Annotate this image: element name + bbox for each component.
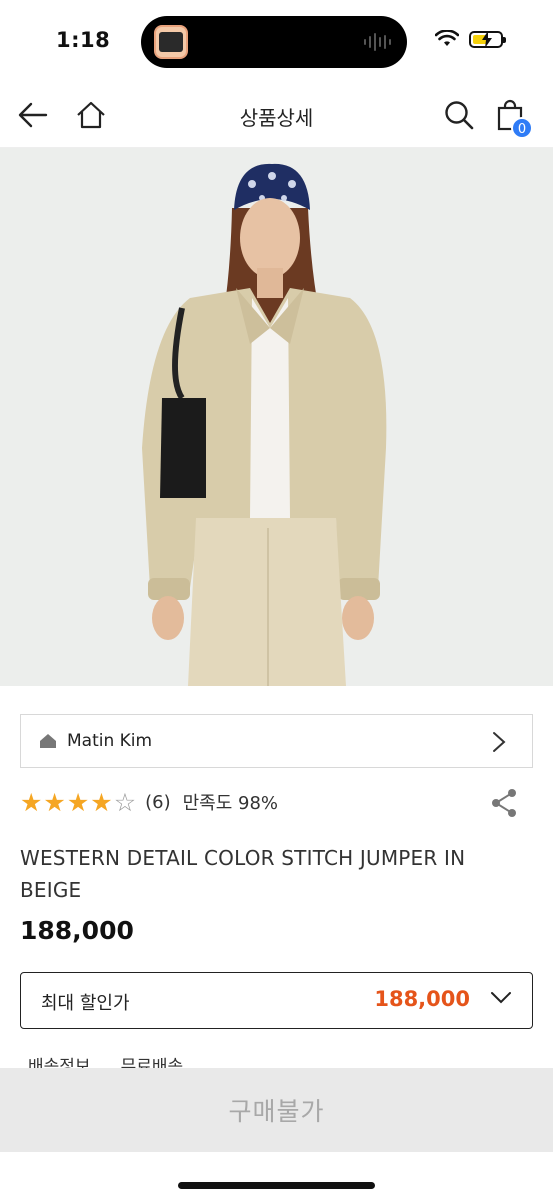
max-discount-dropdown[interactable]: 최대 할인가 188,000 (20, 972, 533, 1029)
product-image[interactable] (0, 148, 553, 686)
status-indicators (435, 30, 506, 48)
charging-bolt-icon (482, 30, 492, 48)
status-time: 1:18 (56, 28, 111, 52)
now-playing-thumbnail (154, 25, 188, 59)
review-count[interactable]: (6) (145, 792, 171, 813)
star-empty-icon: ☆ (113, 787, 137, 817)
discount-label: 최대 할인가 (41, 993, 130, 1014)
shipping-value: 무료배송 (120, 1057, 184, 1068)
buy-bar: 구매불가 (0, 1068, 553, 1152)
app-header: 상품상세 (0, 82, 553, 148)
brand-name: Matin Kim (67, 731, 153, 751)
battery-icon (469, 30, 506, 48)
star-full-icon: ★ (43, 787, 66, 817)
cart-count-badge[interactable]: 0 (511, 117, 533, 139)
satisfaction-rate: 만족도 98% (182, 793, 279, 814)
purchase-unavailable-button[interactable]: 구매불가 (228, 1092, 324, 1128)
rating-stars: ★ ★ ★ ★ ☆ (20, 790, 136, 815)
star-full-icon: ★ (90, 787, 113, 817)
rating-row[interactable]: ★ ★ ★ ★ ☆ (6) 만족도 98% (20, 786, 278, 818)
brand-shop-link[interactable]: Matin Kim (20, 714, 533, 768)
product-name: WESTERN DETAIL COLOR STITCH JUMPER IN BE… (20, 846, 466, 902)
chevron-right-icon (493, 732, 506, 752)
audio-wave-icon (364, 33, 391, 51)
shipping-label: 배송정보 (28, 1057, 91, 1068)
status-bar: 1:18 (0, 0, 553, 82)
star-full-icon: ★ (20, 787, 43, 817)
home-indicator[interactable] (178, 1182, 375, 1189)
chevron-down-icon (491, 992, 511, 1004)
wifi-icon (435, 30, 459, 46)
product-price: 188,000 (20, 916, 134, 945)
discount-price: 188,000 (374, 987, 470, 1011)
share-icon[interactable] (488, 787, 520, 819)
star-full-icon: ★ (66, 787, 90, 817)
dynamic-island (141, 16, 407, 68)
brand-home-icon (40, 734, 56, 748)
search-icon[interactable] (443, 99, 475, 131)
shipping-info: 배송정보 무료배송 (28, 1052, 183, 1068)
product-photo (0, 148, 553, 686)
